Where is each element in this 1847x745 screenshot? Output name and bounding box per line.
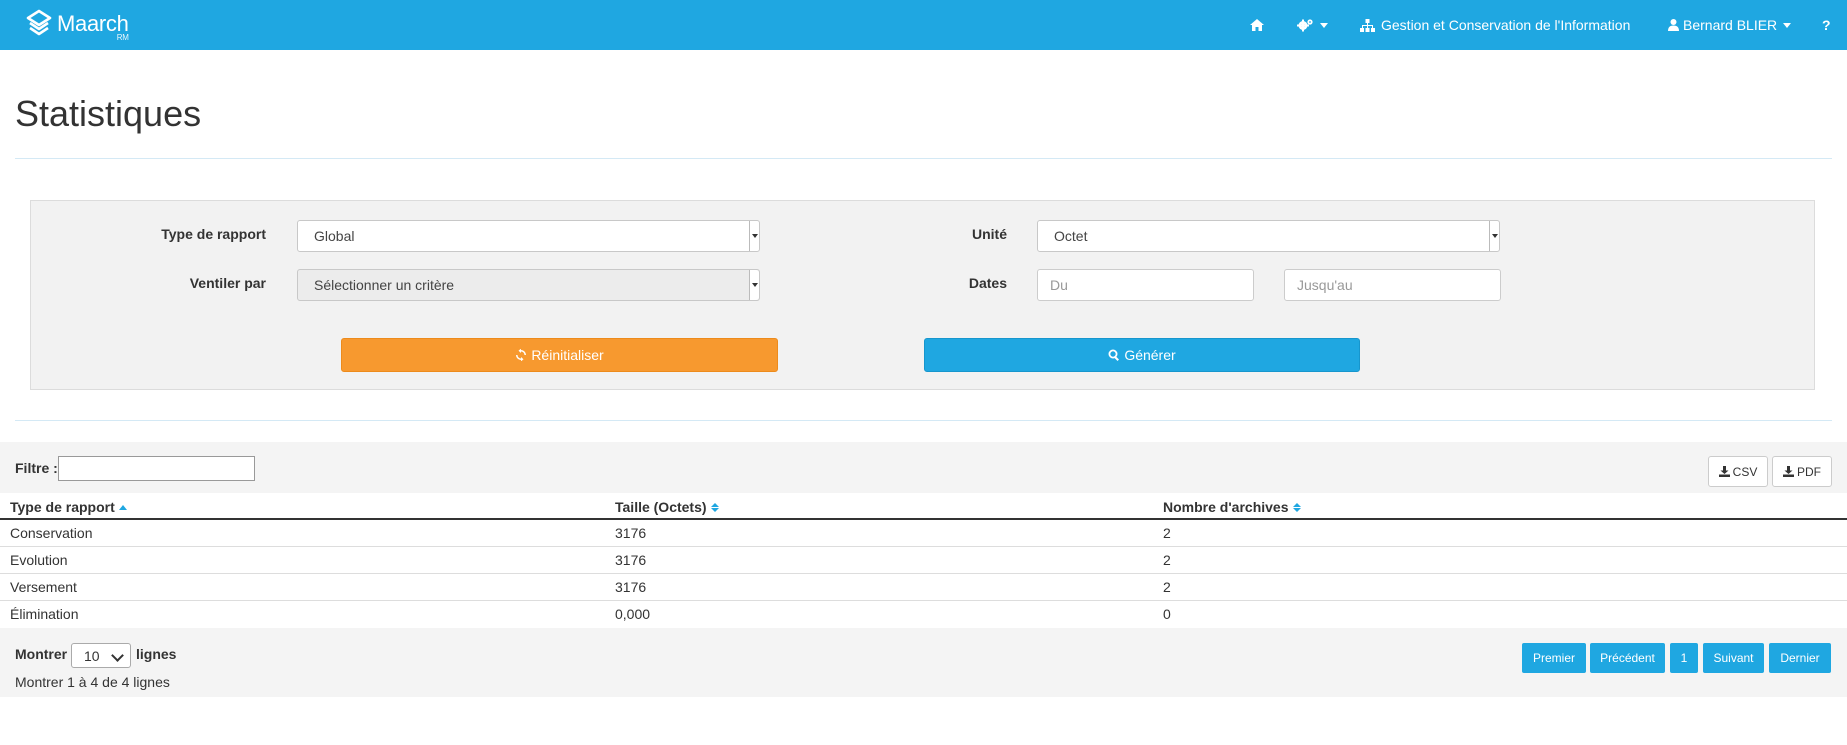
pagination-previous-button[interactable]: Précédent [1590,643,1665,673]
unit-select[interactable]: Octet [1037,220,1500,252]
user-menu[interactable]: Bernard BLIER [1668,0,1792,50]
table-row[interactable]: Versement 3176 2 [0,574,1847,601]
show-label: Montrer [15,646,68,662]
reset-button[interactable]: Réinitialiser [341,338,778,372]
sort-ascending-icon [118,504,127,510]
form-divider [15,420,1832,421]
breakdown-label: Ventiler par [189,275,266,291]
page-length-value: 10 [84,647,100,664]
chevron-down-icon [111,649,124,662]
cell-size: 0,000 [615,606,651,622]
cell-size: 3176 [615,579,647,595]
lines-label: lignes [136,646,177,662]
cell-report-type: Evolution [10,552,68,568]
pagination-next-button[interactable]: Suivant [1703,643,1764,673]
unit-label: Unité [972,226,1007,242]
cell-archive-count: 2 [1163,579,1171,595]
maarch-logo[interactable]: Maarch RM [24,9,129,43]
chevron-down-icon [749,270,759,300]
report-type-select[interactable]: Global [297,220,760,252]
column-header-label: Taille (Octets) [615,499,707,515]
pdf-label: PDF [1797,464,1821,479]
statistics-table: Type de rapport Taille (Octets) Nombre d… [0,493,1847,628]
csv-export-button[interactable]: CSV [1708,456,1768,487]
table-header: Type de rapport Taille (Octets) Nombre d… [0,493,1847,520]
report-type-value: Global [314,228,355,244]
home-icon [1250,19,1264,31]
cogs-icon [1297,19,1313,32]
download-icon [1718,466,1730,477]
brand-subtitle: RM [116,33,129,42]
filter-label: Filtre : [15,460,58,476]
generate-label: Générer [1124,347,1176,363]
cell-size: 3176 [615,552,647,568]
column-header-size[interactable]: Taille (Octets) [615,499,719,515]
reset-label: Réinitialiser [531,347,604,363]
sitemap-icon [1360,18,1375,32]
csv-label: CSV [1732,464,1758,479]
breakdown-value: Sélectionner un critère [314,277,455,293]
settings-menu[interactable] [1297,0,1328,50]
organization-label: Gestion et Conservation de l'Information [1381,17,1631,33]
cell-size: 3176 [615,525,647,541]
pagination-first-button[interactable]: Premier [1522,643,1586,673]
pdf-export-button[interactable]: PDF [1772,456,1832,487]
table-toolbar [0,442,1847,493]
breakdown-select[interactable]: Sélectionner un critère [297,269,760,301]
table-info: Montrer 1 à 4 de 4 lignes [15,674,170,690]
cell-archive-count: 2 [1163,552,1171,568]
date-from-input[interactable] [1037,269,1254,301]
chevron-down-icon [1783,22,1792,28]
cell-archive-count: 0 [1163,606,1171,622]
download-icon [1783,466,1794,477]
help-link[interactable]: ? [1822,0,1831,50]
search-icon [1108,349,1120,361]
chevron-down-icon [749,221,759,251]
page-length-select[interactable]: 10 [71,643,131,668]
refresh-icon [516,349,527,361]
help-label: ? [1822,17,1831,33]
top-navbar: Maarch RM Gestion et Conservation de l'I… [0,0,1847,50]
organization-menu[interactable]: Gestion et Conservation de l'Information [1360,0,1630,50]
table-row[interactable]: Evolution 3176 2 [0,547,1847,574]
column-header-label: Nombre d'archives [1163,499,1289,515]
chevron-down-icon [1320,22,1328,28]
chevron-down-icon [1489,221,1499,251]
home-link[interactable] [1250,0,1264,50]
cell-report-type: Conservation [10,525,93,541]
pagination-last-button[interactable]: Dernier [1769,643,1831,673]
date-to-input[interactable] [1284,269,1501,301]
unit-value: Octet [1054,228,1088,244]
user-icon [1668,19,1679,31]
sort-icon [710,502,719,512]
cell-report-type: Versement [10,579,77,595]
page-title: Statistiques [15,93,202,134]
user-name: Bernard BLIER [1683,17,1778,33]
column-header-report-type[interactable]: Type de rapport [10,499,127,515]
title-divider [15,158,1832,159]
table-row[interactable]: Élimination 0,000 0 [0,601,1847,628]
maarch-logo-icon [26,9,52,36]
cell-report-type: Élimination [10,606,79,622]
cell-archive-count: 2 [1163,525,1171,541]
generate-button[interactable]: Générer [924,338,1360,372]
filter-input[interactable] [58,456,255,481]
report-type-label: Type de rapport [161,226,266,242]
column-header-archive-count[interactable]: Nombre d'archives [1163,499,1301,515]
dates-label: Dates [968,275,1007,291]
table-row[interactable]: Conservation 3176 2 [0,520,1847,547]
sort-icon [1292,502,1301,512]
pagination-page-button[interactable]: 1 [1670,643,1698,673]
column-header-label: Type de rapport [10,499,115,515]
